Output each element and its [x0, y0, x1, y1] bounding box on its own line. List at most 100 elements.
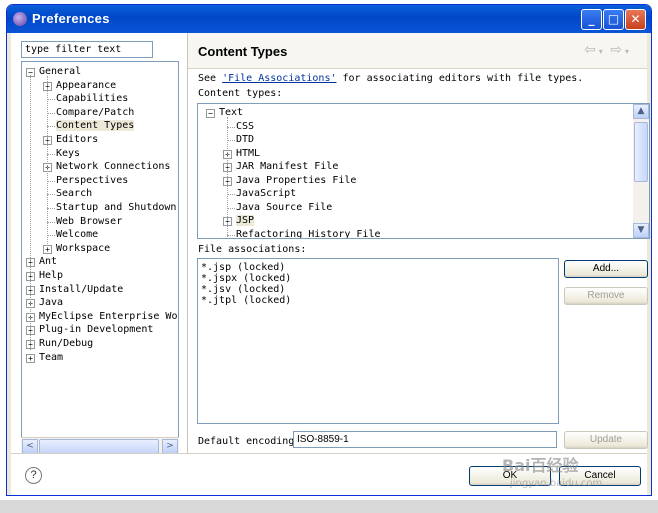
tree-connector — [47, 235, 55, 237]
content-type-item-label: JSP — [236, 215, 255, 226]
file-associations-link[interactable]: 'File Associations' — [222, 73, 336, 84]
tree-connector — [47, 221, 55, 223]
tree-guide-line — [227, 117, 228, 238]
content-type-item-label: Refactoring History File — [236, 228, 381, 239]
pref-tree-item[interactable]: + Java — [26, 296, 63, 309]
pref-tree-item-label: Compare/Patch — [56, 106, 135, 118]
pref-tree-item-label: Welcome — [56, 229, 99, 241]
tree-connector — [227, 234, 235, 236]
tree-guide-line — [30, 75, 31, 350]
pref-tree-item[interactable]: + Run/Debug — [26, 337, 93, 350]
tree-connector — [227, 126, 235, 128]
preferences-window: Preferences _ □ ✕ −General+AppearanceCap… — [6, 4, 652, 496]
add-button[interactable]: Add... — [564, 260, 648, 278]
file-association-item[interactable]: *.jsp (locked) — [201, 262, 285, 273]
default-encoding-input[interactable] — [293, 431, 557, 448]
tree-horizontal-scrollbar[interactable]: < > — [21, 437, 179, 454]
pref-tree-item[interactable]: Search — [56, 187, 92, 200]
history-nav: ⇦ ▾ ⇨ ▾ — [584, 42, 629, 58]
pref-tree-item[interactable]: Welcome — [56, 228, 98, 241]
expand-icon[interactable]: + — [26, 353, 35, 363]
content-type-item[interactable]: Refactoring History File — [236, 228, 381, 239]
tree-connector — [47, 112, 55, 114]
pref-tree-item[interactable]: − General — [26, 65, 81, 78]
content-type-item[interactable]: CSS — [236, 120, 254, 133]
content-type-item[interactable]: JavaScript — [236, 187, 296, 200]
content-type-item[interactable]: + HTML — [223, 147, 260, 160]
content-types-scrollbar[interactable]: ▲ ▼ — [633, 104, 649, 238]
pref-tree-item-label: Perspectives — [56, 174, 129, 186]
pref-tree-item[interactable]: Keys — [56, 147, 80, 160]
file-association-item[interactable]: *.jspx (locked) — [201, 273, 291, 284]
file-association-item[interactable]: *.jtpl (locked) — [201, 295, 291, 306]
title-bar[interactable]: Preferences _ □ ✕ — [7, 5, 651, 33]
content-type-item-label: HTML — [236, 147, 261, 159]
pref-tree-item[interactable]: + Plug-in Development — [26, 323, 153, 336]
pref-tree-item-label: General — [39, 66, 82, 77]
pref-tree-item[interactable]: + Help — [26, 269, 63, 282]
help-icon[interactable]: ? — [25, 467, 42, 484]
remove-button[interactable]: Remove — [564, 287, 648, 305]
pref-tree-item-label: Install/Update — [39, 283, 124, 295]
file-association-item[interactable]: *.jsv (locked) — [201, 284, 285, 295]
content-types-tree[interactable]: ▲ ▼ − Text CSS DTD + HTML + JAR Manifest File + J… — [197, 103, 650, 239]
tree-connector — [227, 194, 235, 195]
forward-arrow-icon[interactable]: ⇨ — [610, 42, 622, 58]
pref-tree-item[interactable]: Startup and Shutdown — [56, 201, 176, 214]
pref-tree-item[interactable]: Capabilities — [56, 92, 128, 105]
collapse-icon[interactable]: − — [206, 109, 215, 118]
expand-icon[interactable]: + — [43, 244, 52, 254]
watermark-logo: Bai百经验 — [502, 456, 579, 475]
page-title: Content Types — [198, 44, 288, 59]
update-button[interactable]: Update — [564, 431, 648, 449]
pref-tree-item[interactable]: + MyEclipse Enterprise Work — [26, 310, 178, 323]
scroll-up-button[interactable]: ▲ — [633, 104, 649, 119]
default-encoding-label: Default encoding: — [198, 436, 301, 447]
pref-tree-item[interactable]: Web Browser — [56, 215, 122, 228]
minimize-button[interactable]: _ — [581, 9, 602, 30]
scroll-down-button[interactable]: ▼ — [633, 223, 649, 238]
content-type-item-label: DTD — [236, 134, 255, 145]
file-associations-label: File associations: — [198, 244, 307, 255]
back-arrow-icon[interactable]: ⇦ — [584, 42, 596, 58]
tree-connector — [227, 207, 235, 209]
maximize-button[interactable]: □ — [603, 9, 624, 30]
pref-tree-item-label: Run/Debug — [39, 338, 94, 349]
tree-guide-line — [47, 76, 48, 244]
file-associations-list[interactable]: *.jsp (locked) *.jspx (locked) *.jsv (lock… — [197, 258, 559, 424]
watermark-url: jingyan.baidu.com — [510, 478, 603, 489]
vertical-scroll-thumb[interactable] — [634, 122, 648, 182]
scroll-thumb[interactable] — [39, 439, 159, 454]
content-type-item[interactable]: DTD — [236, 133, 254, 146]
eclipse-app-icon — [13, 12, 27, 26]
content-type-item[interactable]: − Text — [206, 106, 243, 119]
pref-tree-item-label: Content Types — [56, 120, 135, 132]
pref-tree-item[interactable]: + Install/Update — [26, 283, 123, 296]
content-type-item-label: Java Properties File — [236, 174, 357, 186]
scroll-right-button[interactable]: > — [162, 439, 178, 454]
pref-tree-item-label: Keys — [56, 147, 81, 159]
pref-tree-item-label: Workspace — [56, 242, 111, 254]
filter-input[interactable] — [21, 41, 153, 58]
pref-tree-item[interactable]: + Workspace — [43, 242, 110, 255]
pref-tree-item[interactable]: Content Types — [56, 119, 135, 132]
pref-tree-item[interactable]: + Team — [26, 351, 63, 364]
content-type-item[interactable]: Java Source File — [236, 201, 332, 214]
content-type-item[interactable]: + Java Properties File — [223, 174, 356, 187]
pref-tree-item[interactable]: Perspectives — [56, 174, 128, 187]
pref-tree-item-label: Java — [39, 297, 64, 309]
panel-divider[interactable] — [187, 33, 188, 463]
see-file-associations-text: See 'File Associations' for associating … — [198, 73, 584, 84]
close-button[interactable]: ✕ — [625, 9, 646, 30]
tree-connector — [47, 126, 55, 128]
tree-connector — [227, 140, 235, 141]
tree-connector — [47, 99, 55, 101]
pref-tree-item[interactable]: + Appearance — [43, 79, 116, 92]
content-type-item[interactable]: + JAR Manifest File — [223, 160, 338, 173]
pref-tree-item[interactable]: + Network Connections — [43, 160, 170, 173]
pref-tree-item[interactable]: + Editors — [43, 133, 98, 146]
pref-tree-item[interactable]: Compare/Patch — [56, 106, 134, 119]
tree-connector — [47, 208, 55, 209]
scroll-left-button[interactable]: < — [22, 439, 38, 454]
preference-tree[interactable]: − General + Appearance Capabilities Compare/P… — [21, 61, 179, 455]
